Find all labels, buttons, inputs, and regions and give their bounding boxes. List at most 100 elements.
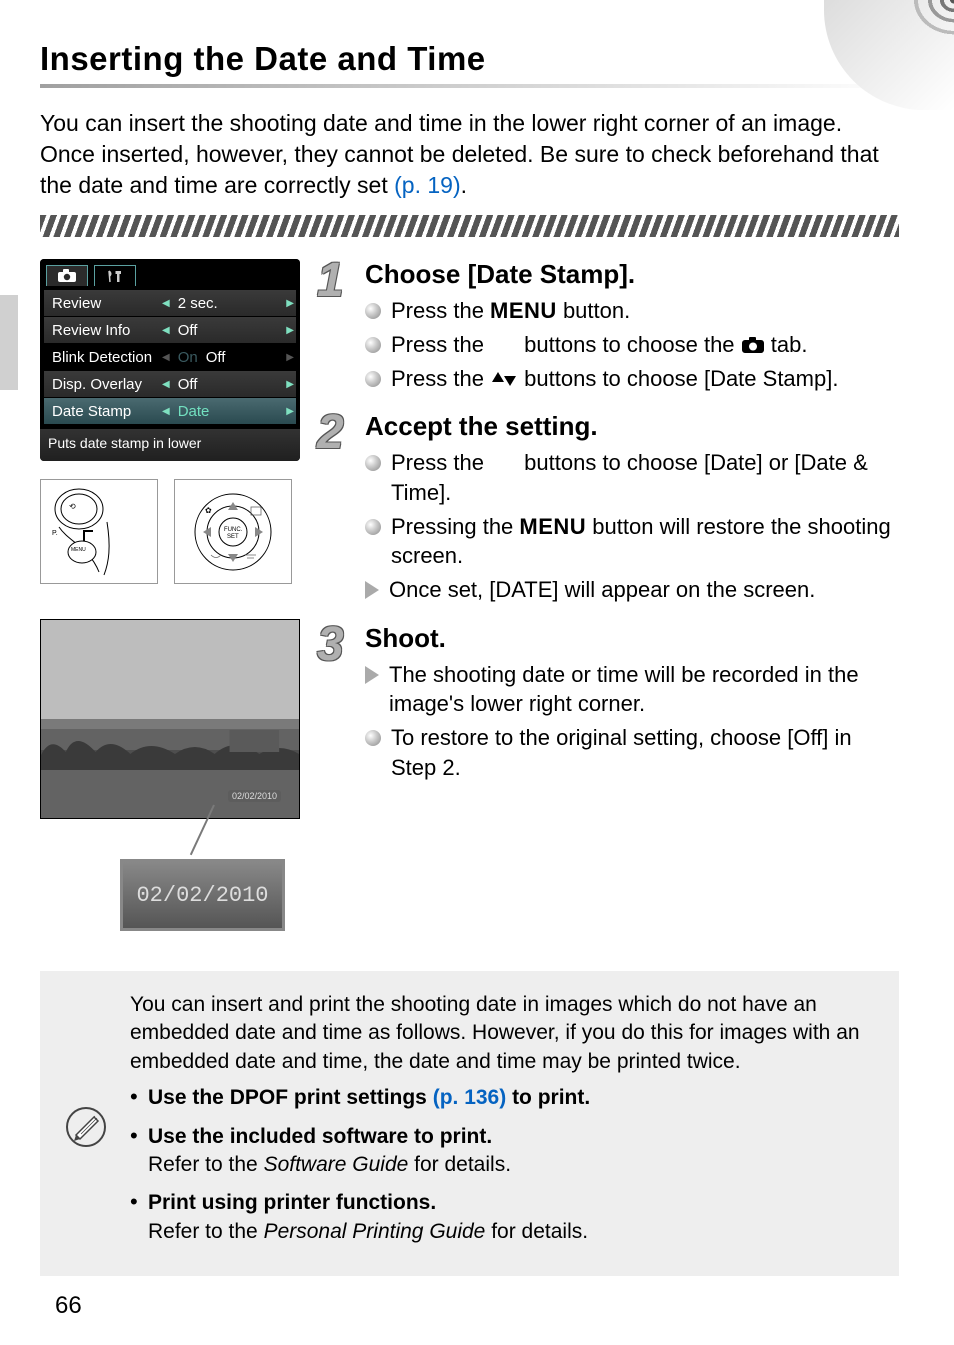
left-triangle-icon: ◀: [162, 325, 170, 336]
bullet-dot-icon: [365, 303, 381, 319]
bullet-text: Press the << buttons to choose the tab.: [391, 330, 807, 360]
lcd-row-value: OnOff: [170, 349, 287, 366]
tips-item: Use the included software to print.Refer…: [130, 1123, 879, 1180]
bullet-text: Press the MENU button.: [391, 296, 630, 326]
lcd-row-value: Off: [170, 376, 287, 393]
lcd-row-value: Off: [170, 322, 287, 339]
tips-intro: You can insert and print the shooting da…: [130, 991, 879, 1076]
camera-tab-icon: [46, 265, 88, 286]
bullet-text: Once set, [DATE] will appear on the scre…: [389, 575, 815, 605]
step-number: 3: [317, 617, 344, 672]
left-triangle-icon: ◀: [162, 379, 170, 390]
lcd-row: Date Stamp◀Date▶: [44, 398, 296, 424]
bullet-text: Pressing the MENU button will restore th…: [391, 512, 899, 571]
bullet-dot-icon: [365, 730, 381, 746]
page-ref-link[interactable]: (p. 19): [394, 172, 460, 198]
lr-arrows-icon: <<: [490, 332, 518, 357]
step-bullet: Press the MENU button.: [365, 296, 899, 326]
pencil-note-icon: [65, 1106, 107, 1148]
lcd-row: Disp. Overlay◀Off▶: [44, 371, 296, 397]
bullet-text: Press the buttons to choose [Date Stamp]…: [391, 364, 838, 394]
right-triangle-icon: ▶: [286, 379, 294, 390]
tips-item-emphasis: Software Guide: [264, 1153, 409, 1176]
step-number: 1: [317, 253, 344, 308]
tips-item-bold: Use the included software to print.: [148, 1125, 492, 1148]
ud-arrows-icon: [490, 366, 518, 391]
bullet-dot-icon: [365, 337, 381, 353]
decorative-arc-icon: [824, 0, 954, 110]
step-bullet: Press the << buttons to choose [Date] or…: [365, 448, 899, 507]
menu-word-icon: MENU: [519, 514, 586, 539]
tools-tab-icon: [94, 265, 136, 286]
step: 2Accept the setting.Press the << buttons…: [325, 411, 899, 604]
page-number: 66: [55, 1292, 82, 1320]
lcd-row-label: Disp. Overlay: [52, 376, 162, 393]
svg-text:P.: P.: [52, 530, 58, 537]
lcd-row-value: 2 sec.: [170, 295, 287, 312]
svg-text:✿: ✿: [205, 506, 212, 515]
lcd-row: Review Info◀Off▶: [44, 317, 296, 343]
left-triangle-icon: ◀: [162, 298, 170, 309]
page-title-band: Inserting the Date and Time: [40, 40, 899, 88]
lcd-row: Review◀2 sec.▶: [44, 290, 296, 316]
svg-text:MENU: MENU: [71, 547, 86, 553]
section-divider: [40, 215, 899, 237]
camera-lcd-menu: Review◀2 sec.▶Review Info◀Off▶Blink Dete…: [40, 259, 300, 461]
bullet-text: The shooting date or time will be record…: [389, 660, 899, 719]
result-triangle-icon: [365, 666, 379, 684]
photo-date-overlay: 02/02/2010: [228, 790, 281, 802]
right-triangle-icon: ▶: [286, 352, 294, 363]
svg-text:⟲: ⟲: [69, 502, 76, 511]
date-callout: 02/02/2010: [120, 859, 285, 931]
step-number: 2: [317, 405, 344, 460]
right-triangle-icon: ▶: [286, 325, 294, 336]
tips-item-emphasis: Personal Printing Guide: [264, 1220, 486, 1243]
tips-item-bold: Use the DPOF print settings (p. 136) to …: [148, 1086, 590, 1109]
bullet-text: Press the << buttons to choose [Date] or…: [391, 448, 899, 507]
lcd-row-value: Date: [170, 403, 287, 420]
step-title: Shoot.: [365, 623, 899, 654]
step-title: Choose [Date Stamp].: [365, 259, 899, 290]
step-bullet: To restore to the original setting, choo…: [365, 723, 899, 782]
svg-text:FUNC.: FUNC.: [224, 527, 243, 533]
bullet-dot-icon: [365, 371, 381, 387]
right-triangle-icon: ▶: [286, 298, 294, 309]
intro-text-end: .: [461, 172, 467, 198]
step-bullet: Press the << buttons to choose the tab.: [365, 330, 899, 360]
title-underline: [40, 84, 899, 88]
sample-photo: 02/02/2010: [40, 619, 300, 819]
bullet-dot-icon: [365, 519, 381, 535]
step: 1Choose [Date Stamp].Press the MENU butt…: [325, 259, 899, 393]
tips-item: Print using printer functions.Refer to t…: [130, 1189, 879, 1246]
lcd-row-label: Review Info: [52, 322, 162, 339]
step-bullet: Press the buttons to choose [Date Stamp]…: [365, 364, 899, 394]
bullet-text: To restore to the original setting, choo…: [391, 723, 899, 782]
left-triangle-icon: ◀: [162, 352, 170, 363]
lcd-help-text: Puts date stamp in lower: [40, 429, 300, 461]
camera-body-diagram: ⟲ MENU P.: [40, 479, 158, 584]
result-triangle-icon: [365, 581, 379, 599]
step-bullet: Once set, [DATE] will appear on the scre…: [365, 575, 899, 605]
chapter-tab: [0, 295, 18, 390]
tips-item-bold: Print using printer functions.: [148, 1191, 436, 1214]
lr-arrows-icon: <<: [490, 450, 518, 475]
svg-text:SET: SET: [227, 534, 239, 540]
tips-box: You can insert and print the shooting da…: [40, 971, 899, 1276]
intro-paragraph: You can insert the shooting date and tim…: [40, 108, 899, 201]
menu-word-icon: MENU: [490, 298, 557, 323]
lcd-row: Blink Detection◀OnOff▶: [44, 344, 296, 370]
step: 3Shoot.The shooting date or time will be…: [325, 623, 899, 783]
camera-icon: [741, 332, 765, 357]
bullet-dot-icon: [365, 455, 381, 471]
right-triangle-icon: ▶: [286, 406, 294, 417]
step-title: Accept the setting.: [365, 411, 899, 442]
sample-photo-wrap: 02/02/2010 02/02/2010: [40, 619, 300, 931]
lcd-row-label: Blink Detection: [52, 349, 162, 366]
lcd-row-label: Review: [52, 295, 162, 312]
left-triangle-icon: ◀: [162, 406, 170, 417]
page-title: Inserting the Date and Time: [40, 40, 899, 78]
step-bullet: Pressing the MENU button will restore th…: [365, 512, 899, 571]
lcd-row-label: Date Stamp: [52, 403, 162, 420]
step-bullet: The shooting date or time will be record…: [365, 660, 899, 719]
page-ref-link[interactable]: (p. 136): [433, 1086, 507, 1109]
